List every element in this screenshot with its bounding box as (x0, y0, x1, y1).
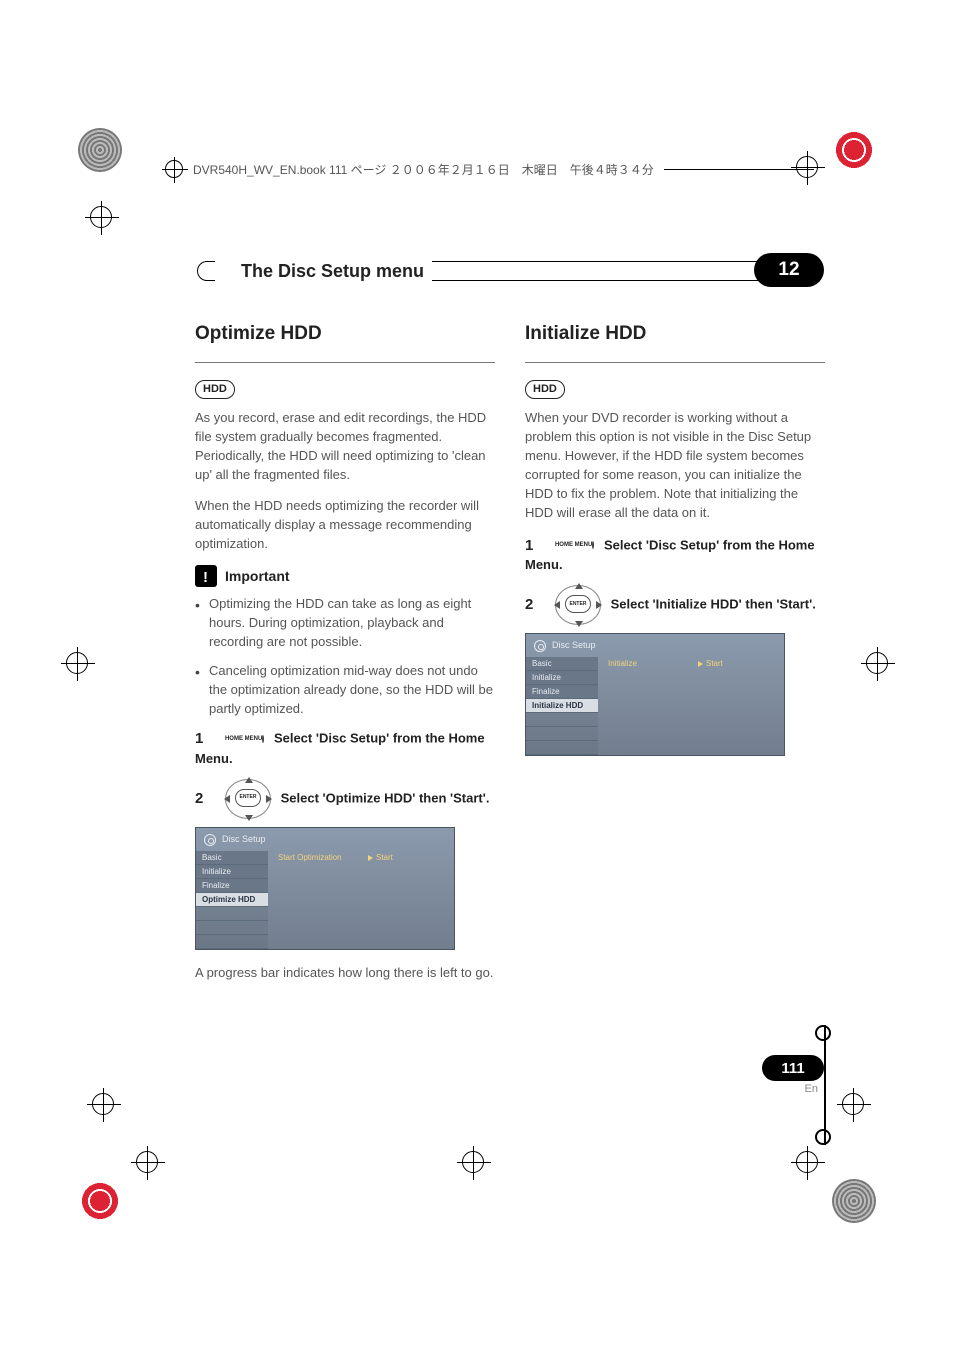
registration-mark (78, 1179, 122, 1223)
crop-target-icon (90, 206, 112, 228)
step-number: 2 (195, 790, 203, 807)
osd-side-item-selected: Optimize HDD (196, 893, 268, 907)
enter-dpad-icon: ENTER (225, 779, 271, 819)
body-text: A progress bar indicates how long there … (195, 964, 495, 983)
step-number: 1 (195, 730, 203, 747)
crop-target-icon (842, 1093, 864, 1115)
osd-side-item: Initialize (196, 865, 268, 879)
osd-screenshot-optimize: Disc Setup Basic Initialize Finalize Opt… (195, 827, 455, 950)
warning-icon (195, 565, 217, 587)
step-text: Select 'Initialize HDD' then 'Start'. (611, 597, 816, 612)
crop-target-icon (866, 652, 888, 674)
osd-sidebar: Basic Initialize Finalize Initialize HDD (526, 657, 598, 755)
osd-side-item: Finalize (526, 685, 598, 699)
source-header-text: DVR540H_WV_EN.book 111 ページ ２００６年２月１６日 木曜… (193, 161, 654, 178)
step-2: 2 ENTER Select 'Initialize HDD' then 'St… (525, 585, 825, 625)
osd-sidebar: Basic Initialize Finalize Optimize HDD (196, 851, 268, 949)
chapter-number-badge: 12 (754, 253, 824, 287)
body-text: As you record, erase and edit recordings… (195, 409, 495, 484)
bullet-item: Optimizing the HDD can take as long as e… (195, 595, 495, 652)
osd-option-label: Initialize (608, 657, 698, 671)
osd-option-value: Start (368, 851, 393, 865)
step-2: 2 ENTER Select 'Optimize HDD' then 'Star… (195, 779, 495, 819)
chapter-title: The Disc Setup menu (223, 261, 424, 282)
osd-title: Disc Setup (552, 639, 596, 652)
page-number: 111 (762, 1055, 824, 1081)
step-1: 1 HOME MENU Select 'Disc Setup' from the… (525, 535, 825, 576)
osd-side-item: Initialize (526, 671, 598, 685)
step-1: 1 HOME MENU Select 'Disc Setup' from the… (195, 728, 495, 769)
hdd-badge: HDD (195, 380, 235, 400)
section-heading: Initialize HDD (525, 320, 825, 348)
disc-icon (204, 834, 216, 846)
step-number: 1 (525, 537, 533, 554)
body-text: When the HDD needs optimizing the record… (195, 497, 495, 554)
osd-side-item: Finalize (196, 879, 268, 893)
registration-mark (78, 128, 122, 172)
osd-title: Disc Setup (222, 833, 266, 846)
registration-mark (832, 1179, 876, 1223)
crop-target-icon (66, 652, 88, 674)
osd-side-item: Basic (196, 851, 268, 865)
bullet-item: Canceling optimization mid-way does not … (195, 662, 495, 719)
crop-target-icon (92, 1093, 114, 1115)
important-heading: Important (195, 565, 495, 587)
important-label: Important (225, 566, 290, 586)
hdd-badge: HDD (525, 380, 565, 400)
osd-screenshot-initialize: Disc Setup Basic Initialize Finalize Ini… (525, 633, 785, 756)
home-menu-button-icon: HOME MENU (555, 541, 594, 550)
page-lang: En (805, 1083, 818, 1095)
body-text: When your DVD recorder is working withou… (525, 409, 825, 522)
crop-target-icon (796, 1151, 818, 1173)
crop-target-icon (462, 1151, 484, 1173)
registration-mark (832, 128, 876, 172)
source-header: DVR540H_WV_EN.book 111 ページ ２００６年２月１６日 木曜… (165, 160, 814, 178)
step-number: 2 (525, 596, 533, 613)
osd-side-item-selected: Initialize HDD (526, 699, 598, 713)
osd-option-value: Start (698, 657, 723, 671)
chapter-header: The Disc Setup menu 12 (195, 255, 824, 287)
step-text: Select 'Optimize HDD' then 'Start'. (281, 790, 490, 805)
section-heading: Optimize HDD (195, 320, 495, 348)
osd-side-item: Basic (526, 657, 598, 671)
column-initialize-hdd: Initialize HDD HDD When your DVD recorde… (525, 320, 825, 995)
column-optimize-hdd: Optimize HDD HDD As you record, erase an… (195, 320, 495, 995)
register-icon (165, 160, 183, 178)
page-number-badge: 111 En (752, 1055, 824, 1091)
home-menu-button-icon: HOME MENU (225, 735, 264, 744)
enter-dpad-icon: ENTER (555, 585, 601, 625)
disc-icon (534, 640, 546, 652)
osd-option-label: Start Optimization (278, 851, 368, 865)
crop-target-icon (136, 1151, 158, 1173)
